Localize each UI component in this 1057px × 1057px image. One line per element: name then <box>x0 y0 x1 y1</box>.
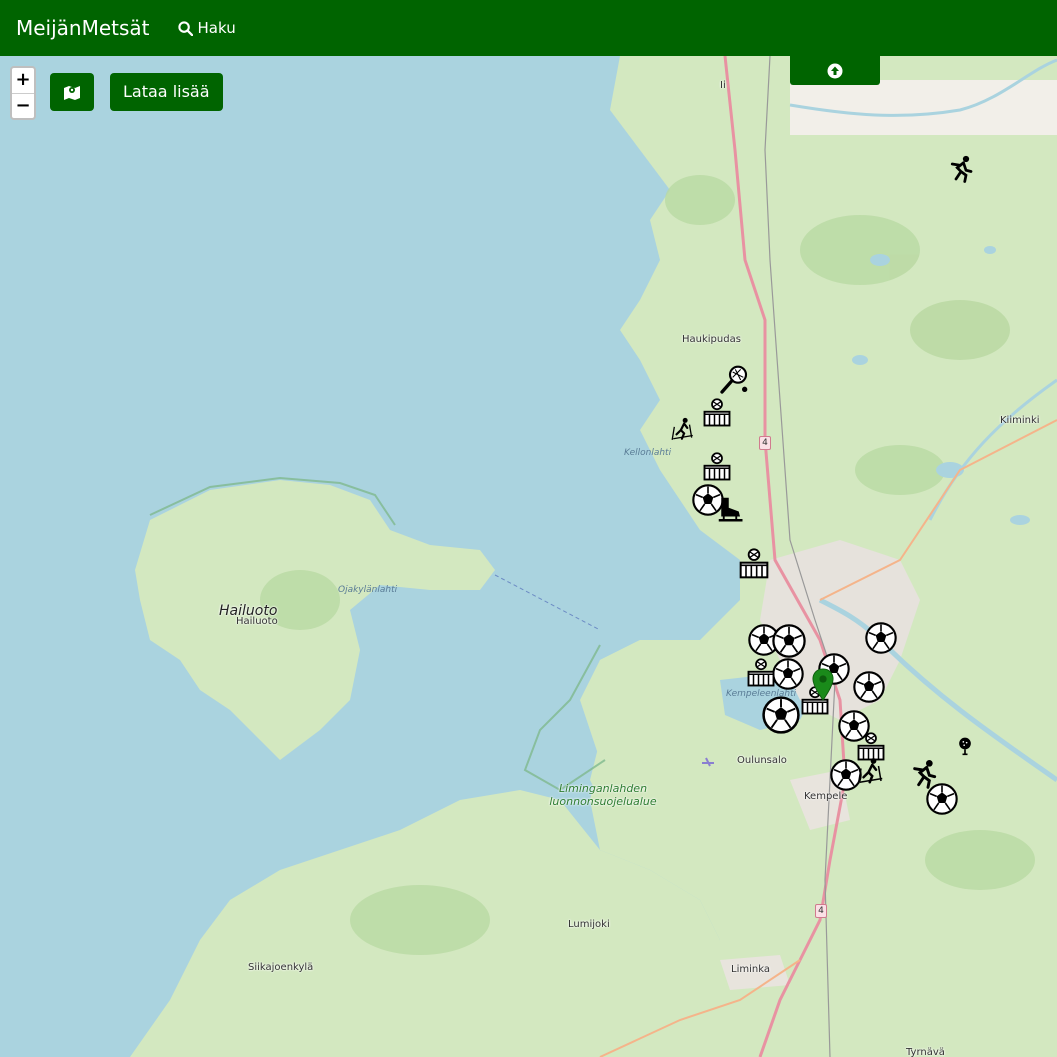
football-icon <box>865 622 897 654</box>
zoom-in-button[interactable]: + <box>12 68 34 93</box>
skiing-icon <box>671 417 693 440</box>
football-icon <box>772 624 806 658</box>
football-icon <box>762 696 800 734</box>
label-hailuoto: Hailuoto <box>236 616 278 627</box>
label-lumijoki: Lumijoki <box>568 919 610 930</box>
golf-icon <box>959 737 971 756</box>
road-shield-4-south: 4 <box>815 904 827 918</box>
label-liminka: Liminka <box>731 964 770 975</box>
running-icon <box>913 760 937 789</box>
label-siikajoenkyla: Siikajoenkylä <box>248 962 314 973</box>
running-icon <box>950 155 973 183</box>
ferry-line <box>494 574 601 631</box>
basemap <box>130 56 1057 1057</box>
sports-hall-icon <box>703 398 731 427</box>
football-icon <box>853 671 885 703</box>
label-oulunsalo: Oulunsalo <box>737 755 787 766</box>
road-shield-4-north: 4 <box>759 436 771 450</box>
sports-hall-icon <box>739 548 769 579</box>
ice-skate-icon <box>718 497 743 522</box>
label-kempele: Kempele <box>804 791 848 802</box>
layers-button[interactable] <box>50 73 94 111</box>
label-tyrnava: Tyrnävä <box>906 1047 945 1057</box>
brand-logo[interactable]: MeijänMetsät <box>16 16 150 40</box>
label-ii: Ii <box>720 80 726 91</box>
navbar: MeijänMetsät Haku <box>0 0 1057 56</box>
sports-hall-icon <box>703 452 731 481</box>
label-kiiminki: Kiiminki <box>1000 415 1040 426</box>
location-pin-icon <box>812 668 834 701</box>
zoom-control: + − <box>10 66 36 120</box>
sports-hall-icon <box>747 658 775 687</box>
ii-urban <box>790 80 1057 135</box>
label-kellonlahti: Kellonlahti <box>624 448 672 458</box>
nav-search-link[interactable]: Haku <box>177 19 236 37</box>
load-more-button[interactable]: Lataa lisää <box>110 73 223 111</box>
tennis-icon <box>720 365 748 394</box>
map-layers-icon <box>64 86 80 100</box>
scroll-top-button[interactable] <box>790 56 880 85</box>
arrow-up-circle-icon <box>827 63 843 78</box>
search-label: Haku <box>197 19 236 37</box>
map-canvas[interactable]: Ii Haukipudas Kiiminki Kellonlahti Hailu… <box>0 56 1057 1057</box>
label-liminganlahti: Liminganlahden luonnonsuojelualue <box>549 782 657 808</box>
search-icon <box>177 20 193 36</box>
label-haukipudas: Haukipudas <box>682 334 741 345</box>
label-ojakylanlahti: Ojakylänlahti <box>338 585 398 595</box>
skiing-icon <box>857 758 883 784</box>
zoom-out-button[interactable]: − <box>12 93 34 118</box>
